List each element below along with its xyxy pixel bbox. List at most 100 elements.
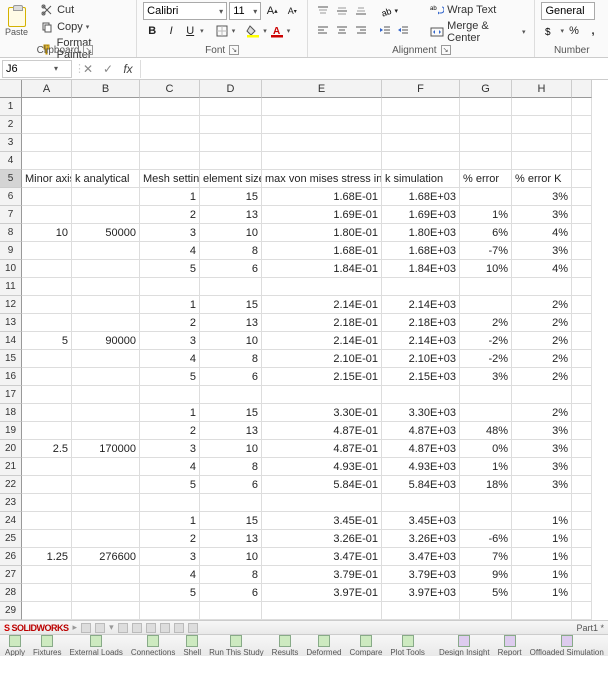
row-header[interactable]: 24	[0, 512, 22, 530]
row-header[interactable]: 11	[0, 278, 22, 296]
row-header[interactable]: 27	[0, 566, 22, 584]
cell[interactable]: 2.14E-01	[262, 332, 382, 350]
cmd-deformed[interactable]: Deformed	[303, 635, 344, 657]
row-header[interactable]: 13	[0, 314, 22, 332]
cell[interactable]: 1%	[460, 206, 512, 224]
cell[interactable]: 4.93E-01	[262, 458, 382, 476]
cell[interactable]	[22, 422, 72, 440]
underline-dd[interactable]: ▾	[200, 27, 204, 35]
cell[interactable]	[572, 296, 592, 314]
cell[interactable]: 1.68E-01	[262, 242, 382, 260]
cell[interactable]: 1.68E+03	[382, 188, 460, 206]
row-header[interactable]: 8	[0, 224, 22, 242]
increase-font-button[interactable]: A▴	[263, 2, 281, 20]
cell[interactable]	[22, 296, 72, 314]
cell[interactable]: 2.14E-01	[262, 296, 382, 314]
cell[interactable]: max von mises stress in mpa	[262, 170, 382, 188]
cell[interactable]: 2.10E+03	[382, 350, 460, 368]
cell[interactable]: k simulation	[382, 170, 460, 188]
cell[interactable]: 1	[140, 296, 200, 314]
cell[interactable]	[72, 260, 140, 278]
cell[interactable]	[572, 260, 592, 278]
sw-icon[interactable]	[188, 623, 198, 633]
cell[interactable]: 13	[200, 530, 262, 548]
italic-button[interactable]: I	[162, 22, 180, 40]
cell[interactable]	[572, 584, 592, 602]
cell[interactable]: 6%	[460, 224, 512, 242]
cell[interactable]: 2%	[512, 314, 572, 332]
formula-input[interactable]	[140, 60, 608, 78]
cell[interactable]	[572, 170, 592, 188]
cell[interactable]: 2%	[460, 314, 512, 332]
row-header[interactable]: 26	[0, 548, 22, 566]
cell[interactable]	[572, 566, 592, 584]
cell[interactable]	[460, 386, 512, 404]
cell[interactable]: element size mm	[200, 170, 262, 188]
cell[interactable]: 2	[140, 314, 200, 332]
cell[interactable]: 1%	[512, 530, 572, 548]
row-header[interactable]: 22	[0, 476, 22, 494]
cmd-external-loads[interactable]: External Loads	[66, 635, 125, 657]
cell[interactable]	[572, 116, 592, 134]
cell[interactable]: 4%	[512, 260, 572, 278]
cell[interactable]: 3.30E+03	[382, 404, 460, 422]
number-format-dropdown[interactable]	[541, 2, 595, 20]
cell[interactable]: 3%	[512, 458, 572, 476]
cell[interactable]	[22, 530, 72, 548]
cell[interactable]: 2.15E-01	[262, 368, 382, 386]
sw-icon[interactable]	[146, 623, 156, 633]
cell[interactable]: 1.80E-01	[262, 224, 382, 242]
cell[interactable]	[382, 386, 460, 404]
cell[interactable]: Mesh setting	[140, 170, 200, 188]
cell[interactable]	[460, 188, 512, 206]
cell[interactable]	[140, 152, 200, 170]
cmd-apply[interactable]: Apply	[2, 635, 28, 657]
cmd-fixtures[interactable]: Fixtures	[30, 635, 64, 657]
cell[interactable]: 1.69E+03	[382, 206, 460, 224]
underline-button[interactable]: U	[181, 22, 199, 40]
cell[interactable]: 2.18E-01	[262, 314, 382, 332]
cell[interactable]: 10	[200, 332, 262, 350]
number-format-input[interactable]	[542, 5, 594, 17]
cut-button[interactable]: Cut	[37, 2, 130, 18]
cell[interactable]: 1	[140, 188, 200, 206]
row-header[interactable]: 2	[0, 116, 22, 134]
cell[interactable]: 8	[200, 242, 262, 260]
cell[interactable]	[200, 602, 262, 620]
cell[interactable]: 2%	[512, 296, 572, 314]
clipboard-dialog-launcher[interactable]: ↘	[83, 45, 93, 55]
cell[interactable]	[382, 602, 460, 620]
cell[interactable]	[572, 350, 592, 368]
cell[interactable]	[460, 602, 512, 620]
cell[interactable]	[22, 566, 72, 584]
cell[interactable]	[72, 242, 140, 260]
cell[interactable]	[72, 476, 140, 494]
cell[interactable]: 15	[200, 296, 262, 314]
cell[interactable]	[572, 530, 592, 548]
row-header[interactable]: 21	[0, 458, 22, 476]
cell[interactable]: 5	[140, 260, 200, 278]
cell[interactable]	[382, 278, 460, 296]
cell[interactable]	[72, 314, 140, 332]
cell[interactable]: 1%	[512, 566, 572, 584]
cell[interactable]	[22, 368, 72, 386]
cell[interactable]: 1%	[512, 584, 572, 602]
cell[interactable]: 3.30E-01	[262, 404, 382, 422]
cancel-button[interactable]: ✕	[78, 62, 98, 76]
cell[interactable]: 3.97E-01	[262, 584, 382, 602]
cell[interactable]	[572, 224, 592, 242]
chevron-down-icon[interactable]: ▾	[216, 7, 226, 16]
row-header[interactable]: 9	[0, 242, 22, 260]
cell[interactable]: 3.47E+03	[382, 548, 460, 566]
col-header[interactable]: E	[262, 80, 382, 98]
cell[interactable]: 3	[140, 548, 200, 566]
cell[interactable]	[512, 152, 572, 170]
copy-button[interactable]: Copy ▾	[37, 19, 130, 35]
cell[interactable]: k analytical	[72, 170, 140, 188]
cell[interactable]	[572, 494, 592, 512]
cell[interactable]	[572, 422, 592, 440]
cell[interactable]	[262, 98, 382, 116]
cell[interactable]: 3.79E-01	[262, 566, 382, 584]
cell[interactable]: 15	[200, 188, 262, 206]
cell[interactable]	[572, 242, 592, 260]
